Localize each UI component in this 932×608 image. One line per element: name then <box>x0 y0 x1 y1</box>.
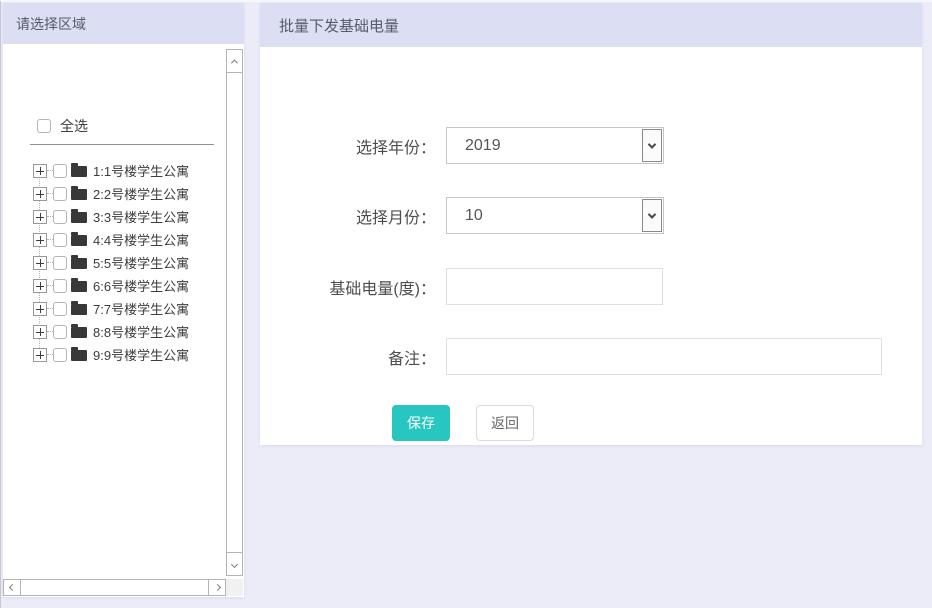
folder-icon <box>71 277 87 292</box>
tree-item-checkbox[interactable] <box>53 347 67 362</box>
folder-icon <box>71 323 87 338</box>
chevron-left-icon <box>8 583 16 592</box>
base-power-input[interactable] <box>446 268 663 305</box>
tree-item-checkbox[interactable] <box>53 255 67 270</box>
tree-item[interactable]: 1:1号楼学生公寓 <box>3 159 244 182</box>
tree-item[interactable]: 4:4号楼学生公寓 <box>3 228 244 251</box>
batch-issue-form: 选择年份： 2019 选择月份： 10 基础电量(度)： 备注： 保存 返回 <box>260 47 922 445</box>
tree-item[interactable]: 3:3号楼学生公寓 <box>3 205 244 228</box>
tree-item[interactable]: 2:2号楼学生公寓 <box>3 182 244 205</box>
expand-plus-icon[interactable] <box>33 186 47 201</box>
expand-plus-icon[interactable] <box>33 324 47 339</box>
remark-row: 备注： <box>260 338 922 375</box>
chevron-down-icon <box>230 560 239 568</box>
tree-item-checkbox[interactable] <box>53 232 67 247</box>
month-select[interactable]: 10 <box>446 197 664 234</box>
remark-label: 备注： <box>387 350 436 368</box>
expand-plus-icon[interactable] <box>33 232 47 247</box>
horizontal-scrollbar[interactable] <box>3 579 226 596</box>
folder-icon <box>71 208 87 223</box>
select-all-row[interactable]: 全选 <box>37 116 88 136</box>
tree-item-checkbox[interactable] <box>53 209 67 224</box>
folder-icon <box>71 254 87 269</box>
tree-item[interactable]: 5:5号楼学生公寓 <box>3 251 244 274</box>
tree-item-label[interactable]: 1:1号楼学生公寓 <box>93 161 189 180</box>
scroll-left-button[interactable] <box>3 579 21 596</box>
tree-item-checkbox[interactable] <box>53 278 67 293</box>
tree-item-checkbox[interactable] <box>53 163 67 178</box>
select-all-label: 全选 <box>60 118 88 134</box>
expand-plus-icon[interactable] <box>33 163 47 178</box>
left-panel-header: 请选择区域 <box>3 3 244 44</box>
tree-item-checkbox[interactable] <box>53 186 67 201</box>
year-select-value: 2019 <box>465 136 501 154</box>
tree-item[interactable]: 7:7号楼学生公寓 <box>3 297 244 320</box>
tree-rows: 1:1号楼学生公寓 2:2号楼学生公寓 3:3号楼学生公寓 4:4号楼学生公寓 <box>3 159 244 366</box>
tree-item-checkbox[interactable] <box>53 324 67 339</box>
scroll-down-button[interactable] <box>226 552 243 576</box>
expand-plus-icon[interactable] <box>33 209 47 224</box>
vertical-scrollbar[interactable] <box>226 49 243 576</box>
tree-item[interactable]: 9:9号楼学生公寓 <box>3 343 244 366</box>
folder-icon <box>71 162 87 177</box>
expand-plus-icon[interactable] <box>33 278 47 293</box>
chevron-down-icon <box>647 139 657 149</box>
scroll-right-button[interactable] <box>208 579 226 596</box>
tree-item-checkbox[interactable] <box>53 301 67 316</box>
tree-item-label[interactable]: 2:2号楼学生公寓 <box>93 184 189 203</box>
month-select-arrow-button[interactable] <box>642 199 662 232</box>
expand-plus-icon[interactable] <box>33 301 47 316</box>
chevron-right-icon <box>213 583 221 592</box>
save-button[interactable]: 保存 <box>392 404 450 441</box>
chevron-down-icon <box>647 209 657 219</box>
folder-icon <box>71 185 87 200</box>
tree-divider <box>30 144 214 145</box>
tree-item[interactable]: 8:8号楼学生公寓 <box>3 320 244 343</box>
chevron-up-icon <box>230 58 239 66</box>
batch-issue-panel: 批量下发基础电量 选择年份： 2019 选择月份： 10 基础电量(度)： 备注… <box>260 3 922 445</box>
area-select-panel: 请选择区域 全选 1:1号楼学生公寓 2:2号楼学生公寓 3:3号楼学生公寓 4… <box>3 3 244 597</box>
right-panel-title: 批量下发基础电量 <box>279 17 400 35</box>
folder-icon <box>71 300 87 315</box>
year-select[interactable]: 2019 <box>446 127 664 164</box>
base-power-label: 基础电量(度)： <box>329 280 436 298</box>
tree-item-label[interactable]: 7:7号楼学生公寓 <box>93 299 189 318</box>
folder-icon <box>71 231 87 246</box>
month-row: 选择月份： 10 <box>260 197 922 234</box>
tree-item-label[interactable]: 4:4号楼学生公寓 <box>93 230 189 249</box>
tree-item-label[interactable]: 9:9号楼学生公寓 <box>93 345 189 364</box>
tree-item-label[interactable]: 3:3号楼学生公寓 <box>93 207 189 226</box>
tree-item[interactable]: 6:6号楼学生公寓 <box>3 274 244 297</box>
left-panel-title: 请选择区域 <box>16 15 86 32</box>
folder-icon <box>71 346 87 361</box>
tree-item-label[interactable]: 8:8号楼学生公寓 <box>93 322 189 341</box>
back-button[interactable]: 返回 <box>476 404 534 441</box>
area-tree: 全选 1:1号楼学生公寓 2:2号楼学生公寓 3:3号楼学生公寓 4:4号楼学生… <box>3 44 244 597</box>
month-label: 选择月份： <box>355 209 436 227</box>
year-label: 选择年份： <box>355 139 436 157</box>
base-power-row: 基础电量(度)： <box>260 268 922 305</box>
select-all-checkbox[interactable] <box>37 119 51 133</box>
tree-item-label[interactable]: 6:6号楼学生公寓 <box>93 276 189 295</box>
expand-plus-icon[interactable] <box>33 347 47 362</box>
year-row: 选择年份： 2019 <box>260 127 922 164</box>
scrollbar-corner <box>226 579 243 596</box>
form-buttons: 保存 返回 <box>260 404 534 441</box>
year-select-arrow-button[interactable] <box>642 129 662 162</box>
right-panel-header: 批量下发基础电量 <box>260 3 922 47</box>
scroll-up-button[interactable] <box>226 49 243 73</box>
tree-item-label[interactable]: 5:5号楼学生公寓 <box>93 253 189 272</box>
remark-input[interactable] <box>446 338 882 375</box>
expand-plus-icon[interactable] <box>33 255 47 270</box>
month-select-value: 10 <box>465 206 483 224</box>
